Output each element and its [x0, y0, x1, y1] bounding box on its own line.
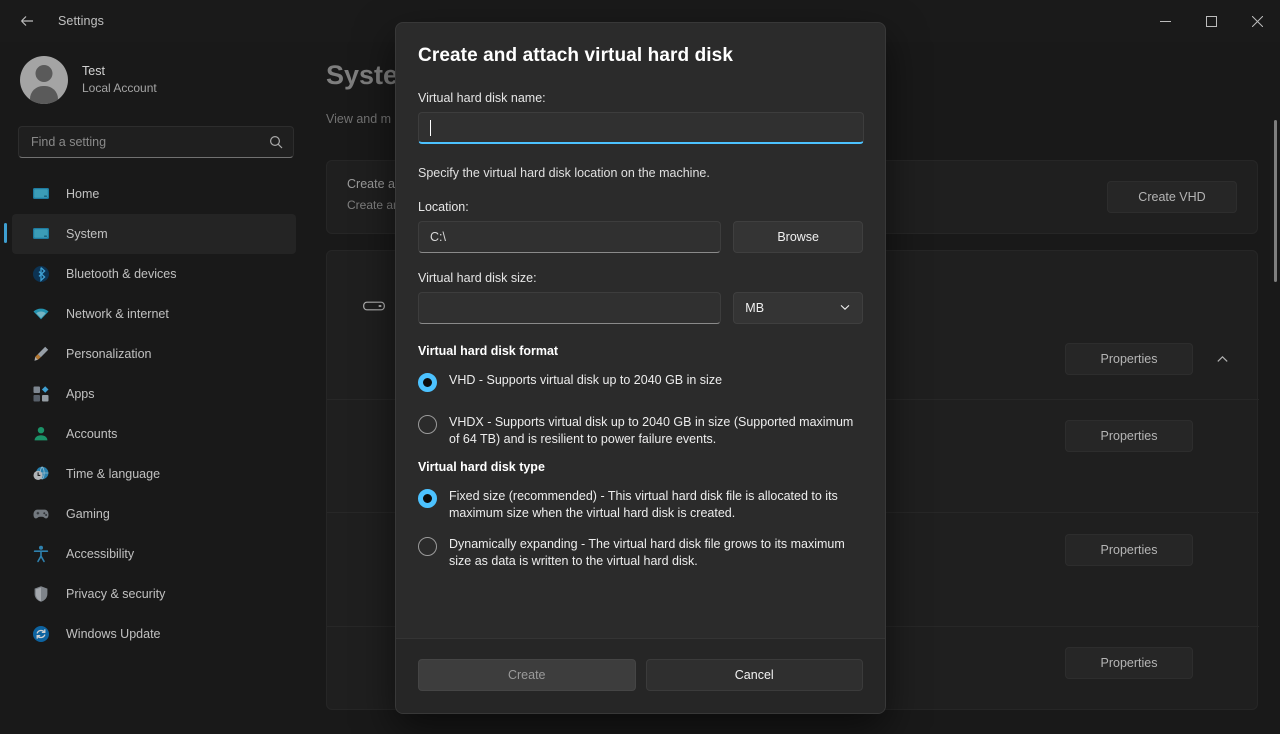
vhd-size-input[interactable] [418, 292, 721, 324]
radio-label: Fixed size (recommended) - This virtual … [449, 488, 863, 522]
location-input[interactable]: C:\ [418, 221, 721, 253]
settings-window: Settings Test Local Account [0, 0, 1280, 734]
chevron-down-icon [839, 301, 851, 316]
vhd-name-input[interactable] [418, 112, 864, 144]
type-section-title: Virtual hard disk type [418, 460, 863, 474]
radio-indicator [418, 373, 437, 392]
dialog-footer: Create Cancel [396, 638, 885, 713]
radio-indicator [418, 415, 437, 434]
radio-type-fixed[interactable]: Fixed size (recommended) - This virtual … [418, 488, 863, 522]
format-section-title: Virtual hard disk format [418, 344, 863, 358]
dialog-body: Create and attach virtual hard disk Virt… [396, 23, 885, 638]
create-vhd-dialog: Create and attach virtual hard disk Virt… [395, 22, 886, 714]
radio-label: VHD - Supports virtual disk up to 2040 G… [449, 372, 722, 389]
radio-indicator [418, 489, 437, 508]
create-button[interactable]: Create [418, 659, 636, 691]
size-unit-value: MB [745, 301, 764, 315]
cancel-button[interactable]: Cancel [646, 659, 864, 691]
vhd-size-label: Virtual hard disk size: [418, 271, 863, 285]
radio-indicator [418, 537, 437, 556]
text-caret [430, 120, 431, 136]
radio-format-vhd[interactable]: VHD - Supports virtual disk up to 2040 G… [418, 372, 863, 392]
radio-label: VHDX - Supports virtual disk up to 2040 … [449, 414, 863, 448]
size-unit-select[interactable]: MB [733, 292, 863, 324]
radio-type-dynamic[interactable]: Dynamically expanding - The virtual hard… [418, 536, 863, 570]
vhd-name-label: Virtual hard disk name: [418, 91, 863, 105]
dialog-title: Create and attach virtual hard disk [418, 45, 863, 67]
location-help-text: Specify the virtual hard disk location o… [418, 166, 863, 180]
radio-format-vhdx[interactable]: VHDX - Supports virtual disk up to 2040 … [418, 414, 863, 448]
size-row: MB [418, 292, 863, 324]
browse-button[interactable]: Browse [733, 221, 863, 253]
radio-label: Dynamically expanding - The virtual hard… [449, 536, 863, 570]
location-row: C:\ Browse [418, 221, 863, 253]
location-label: Location: [418, 200, 863, 214]
